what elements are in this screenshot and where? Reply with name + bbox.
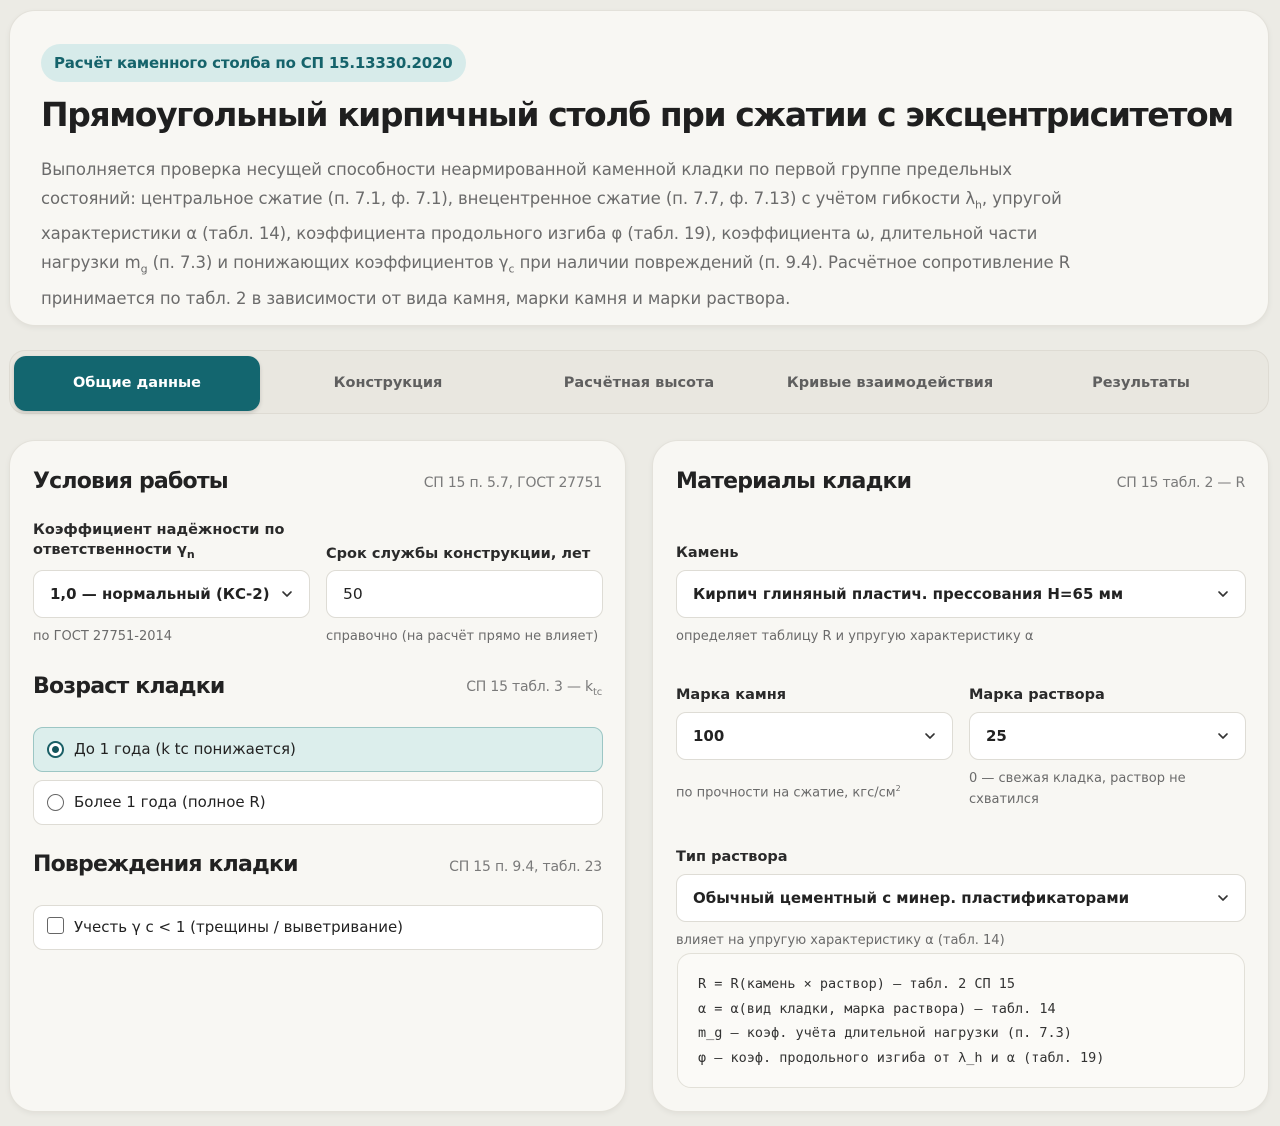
mortar-type-select[interactable]: Обычный цементный с минер. пластификатор… bbox=[676, 874, 1246, 922]
radio-empty-icon bbox=[47, 794, 64, 811]
chevron-down-icon bbox=[1217, 892, 1229, 904]
damage-checkbox[interactable]: Учесть γ c < 1 (трещины / выветривание) bbox=[33, 905, 603, 950]
stone-grade-select[interactable]: 100 bbox=[676, 712, 953, 760]
service-life-hint: справочно (на расчёт прямо не влияет) bbox=[326, 629, 599, 644]
materials-ref: СП 15 табл. 2 — R bbox=[1116, 475, 1246, 491]
work-conditions-title: Условия работы bbox=[33, 469, 229, 494]
formula-line: α = α(вид кладки, марка раствора) — табл… bbox=[698, 1000, 1056, 1017]
desc-line-4: нагрузки mg (п. 7.3) и понижающих коэффи… bbox=[41, 253, 1071, 276]
stone-select[interactable]: Кирпич глиняный пластич. прессования H=6… bbox=[676, 570, 1246, 618]
materials-card: Материалы кладки СП 15 табл. 2 — R Камен… bbox=[652, 440, 1269, 1112]
formula-notes: R = R(камень × раствор) — табл. 2 СП 15 … bbox=[677, 953, 1245, 1088]
reliability-hint: по ГОСТ 27751-2014 bbox=[33, 629, 173, 644]
work-conditions-card: Условия работы СП 15 п. 5.7, ГОСТ 27751 … bbox=[9, 440, 626, 1112]
age-option-under-1-year[interactable]: До 1 года (k tc понижается) bbox=[33, 727, 603, 772]
stone-label: Камень bbox=[676, 545, 739, 561]
stone-hint: определяет таблицу R и упругую характери… bbox=[676, 629, 1034, 644]
damage-title: Повреждения кладки bbox=[33, 852, 299, 877]
formula-line: m_g — коэф. учёта длительной нагрузки (п… bbox=[698, 1025, 1072, 1041]
masonry-age-ref: СП 15 табл. 3 — ktc bbox=[466, 679, 602, 698]
desc-line-5: принимается по табл. 2 в зависимости от … bbox=[41, 288, 791, 308]
masonry-age-title: Возраст кладки bbox=[33, 674, 225, 699]
tab-bar: Общие данные Конструкция Расчётная высот… bbox=[9, 350, 1269, 414]
standard-badge: Расчёт каменного столба по СП 15.13330.2… bbox=[41, 44, 466, 82]
formula-line: φ — коэф. продольного изгиба от λ_h и α … bbox=[698, 1049, 1105, 1066]
mortar-grade-select[interactable]: 25 bbox=[969, 712, 1246, 760]
service-life-input[interactable]: 50 bbox=[326, 570, 603, 618]
tab-design-height[interactable]: Расчётная высота bbox=[516, 356, 762, 411]
chevron-down-icon bbox=[1217, 730, 1229, 742]
page-title: Прямоугольный кирпичный столб при сжатии… bbox=[41, 95, 1234, 134]
stone-grade-hint: по прочности на сжатие, кгс/см2 bbox=[676, 784, 901, 801]
desc-line-1: Выполняется проверка несущей способности… bbox=[41, 160, 1012, 179]
mortar-type-label: Тип раствора bbox=[676, 849, 788, 865]
header-card: Расчёт каменного столба по СП 15.13330.2… bbox=[9, 10, 1269, 326]
chevron-down-icon bbox=[1217, 588, 1229, 600]
service-life-label: Срок службы конструкции, лет bbox=[326, 546, 591, 562]
radio-selected-icon bbox=[47, 741, 64, 758]
tab-interaction-curves[interactable]: Кривые взаимодействия bbox=[767, 356, 1013, 411]
mortar-type-hint: влияет на упругую характеристику α (табл… bbox=[676, 933, 1005, 948]
tab-construction[interactable]: Конструкция bbox=[265, 356, 511, 411]
desc-line-2: состояний: центральное сжатие (п. 7.1, ф… bbox=[41, 189, 1062, 212]
page-description: Выполняется проверка несущей способности… bbox=[41, 155, 1071, 313]
damage-ref: СП 15 п. 9.4, табл. 23 bbox=[449, 859, 602, 875]
materials-title: Материалы кладки bbox=[676, 469, 912, 494]
stone-grade-label: Марка камня bbox=[676, 687, 787, 703]
tab-general-data[interactable]: Общие данные bbox=[14, 356, 260, 411]
mortar-grade-hint: 0 — свежая кладка, раствор не схватился bbox=[969, 771, 1186, 807]
chevron-down-icon bbox=[281, 588, 293, 600]
formula-line: R = R(камень × раствор) — табл. 2 СП 15 bbox=[698, 976, 1015, 992]
mortar-grade-label: Марка раствора bbox=[969, 687, 1105, 703]
age-option-over-1-year[interactable]: Более 1 года (полное R) bbox=[33, 780, 603, 825]
desc-line-3: характеристики α (табл. 14), коэффициент… bbox=[41, 224, 1038, 244]
reliability-label: Коэффициент надёжности по ответственност… bbox=[33, 522, 285, 561]
tab-results[interactable]: Результаты bbox=[1018, 356, 1264, 411]
work-conditions-ref: СП 15 п. 5.7, ГОСТ 27751 bbox=[423, 475, 603, 491]
reliability-select[interactable]: 1,0 — нормальный (КС-2) bbox=[33, 570, 310, 618]
checkbox-icon bbox=[47, 917, 64, 934]
chevron-down-icon bbox=[924, 730, 936, 742]
